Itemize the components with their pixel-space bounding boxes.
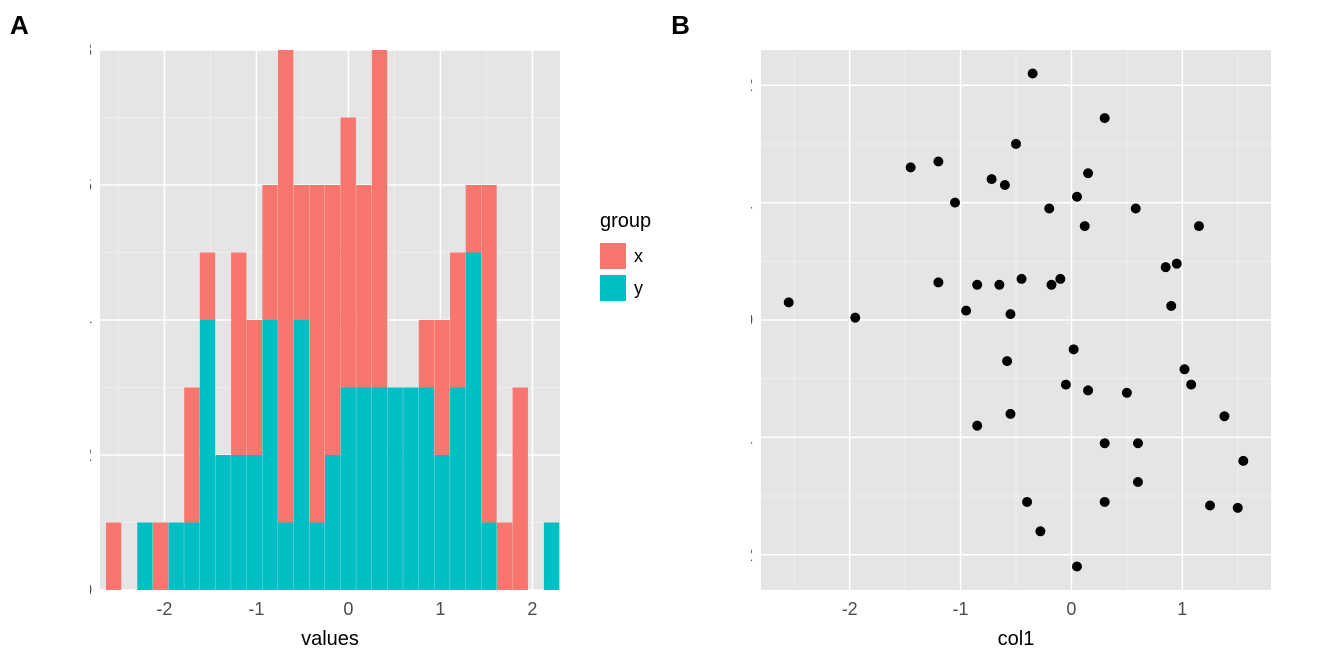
svg-text:col1: col1 <box>998 628 1035 650</box>
svg-text:0: 0 <box>90 580 92 600</box>
legend-item-y: y <box>600 275 651 301</box>
svg-text:-2: -2 <box>842 599 858 619</box>
svg-text:4: 4 <box>90 310 92 330</box>
svg-text:2: 2 <box>90 445 92 465</box>
svg-text:1: 1 <box>751 193 753 213</box>
svg-text:2: 2 <box>751 75 753 95</box>
panel-a-plot: 02468-2-1012countvalues <box>90 40 570 660</box>
panel-a-label: A <box>10 10 29 41</box>
svg-text:2: 2 <box>527 599 537 619</box>
svg-text:values: values <box>301 628 359 650</box>
panel-a: A 02468-2-1012countvalues <box>10 10 570 660</box>
legend-swatch-x <box>600 243 626 269</box>
svg-text:-1: -1 <box>751 427 753 447</box>
legend-swatch-y <box>600 275 626 301</box>
svg-text:0: 0 <box>343 599 353 619</box>
legend-label-x: x <box>634 246 643 267</box>
svg-text:0: 0 <box>751 310 753 330</box>
legend-label-y: y <box>634 278 643 299</box>
panel-b-label: B <box>671 10 690 41</box>
svg-text:-1: -1 <box>248 599 264 619</box>
figure-row: A 02468-2-1012countvalues group x y B -2… <box>10 10 1324 660</box>
svg-text:-2: -2 <box>156 599 172 619</box>
svg-text:1: 1 <box>1177 599 1187 619</box>
legend-item-x: x <box>600 243 651 269</box>
legend: group x y <box>600 210 651 307</box>
panel-b-plot: -2-1012-2-101col2col1 <box>751 40 1271 660</box>
svg-text:6: 6 <box>90 175 92 195</box>
svg-text:1: 1 <box>435 599 445 619</box>
svg-text:-1: -1 <box>953 599 969 619</box>
legend-title: group <box>600 210 651 233</box>
svg-text:8: 8 <box>90 40 92 60</box>
panel-b: B -2-1012-2-101col2col1 <box>671 10 1271 660</box>
svg-text:0: 0 <box>1067 599 1077 619</box>
svg-text:-2: -2 <box>751 545 753 565</box>
